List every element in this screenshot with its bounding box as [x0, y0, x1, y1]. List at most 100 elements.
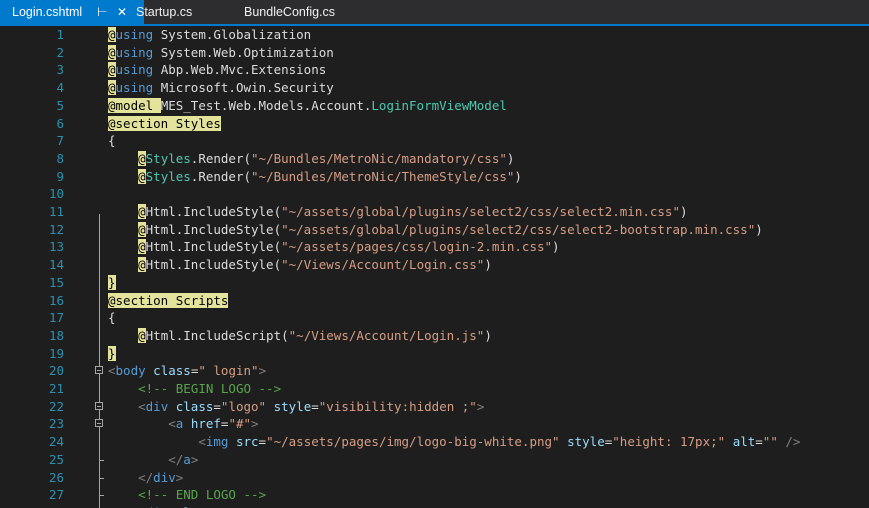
- code-token: using: [115, 80, 154, 96]
- code-line[interactable]: 11 @Html.IncludeStyle("~/assets/global/p…: [0, 203, 869, 221]
- code-text: @using Abp.Web.Mvc.Extensions: [108, 61, 326, 79]
- document-tab-bar: Login.cshtml ⊢ ✕ Startup.cs BundleConfig…: [0, 0, 869, 26]
- code-line[interactable]: 22 <div class="logo" style="visibility:h…: [0, 398, 869, 416]
- code-token: "~/Views/Account/Login.css": [281, 257, 485, 273]
- code-text: </a>: [108, 451, 198, 469]
- code-token: class: [153, 363, 191, 379]
- line-number: 28: [0, 504, 64, 508]
- code-token: </: [168, 451, 184, 467]
- code-line[interactable]: 16 @section Scripts: [0, 292, 869, 310]
- code-line[interactable]: 10: [0, 185, 869, 203]
- code-line[interactable]: 24 <img src="~/assets/pages/img/logo-big…: [0, 433, 869, 451]
- line-number: 10: [48, 186, 64, 202]
- code-token: >: [476, 398, 485, 414]
- code-line[interactable]: 26 </div>: [0, 469, 869, 487]
- code-token: Html.IncludeStyle(: [145, 221, 282, 237]
- code-token: "#": [228, 416, 252, 432]
- code-line[interactable]: 14 @Html.IncludeStyle("~/Views/Account/L…: [0, 256, 869, 274]
- code-token: @: [138, 204, 146, 219]
- code-token: </: [138, 469, 154, 485]
- code-text: <img src="~/assets/pages/img/logo-big-wh…: [108, 433, 800, 451]
- code-token: "~/Bundles/MetroNic/ThemeStyle/css": [251, 168, 515, 184]
- code-token: }: [108, 274, 116, 290]
- code-token: Html.IncludeStyle(: [145, 239, 282, 255]
- line-number: 25: [48, 451, 64, 467]
- code-line[interactable]: 23 <a href="#">: [0, 415, 869, 433]
- code-line[interactable]: 7{: [0, 132, 869, 150]
- code-line[interactable]: 5 @model MES_Test.Web.Models.Account.Logi…: [0, 97, 869, 115]
- code-token: .Render(: [190, 168, 252, 184]
- code-token: >: [258, 363, 267, 379]
- code-token: @section Styles: [108, 115, 221, 131]
- line-number: 24: [48, 434, 64, 450]
- code-token: ): [514, 168, 522, 184]
- code-line[interactable]: 6 @section Styles: [0, 115, 869, 133]
- code-line[interactable]: 15}: [0, 274, 869, 292]
- code-token: {: [108, 310, 116, 326]
- code-line[interactable]: 28 <div class="content">: [0, 504, 869, 508]
- code-line[interactable]: 1 @using System.Globalization: [0, 26, 869, 44]
- code-token: <: [108, 363, 116, 379]
- collapse-icon[interactable]: [95, 401, 103, 410]
- code-line[interactable]: 8 @Styles.Render("~/Bundles/MetroNic/man…: [0, 150, 869, 168]
- code-text: @model MES_Test.Web.Models.Account.Login…: [108, 97, 507, 115]
- code-line[interactable]: 3 @using Abp.Web.Mvc.Extensions: [0, 61, 869, 79]
- code-line[interactable]: 12 @Html.IncludeStyle("~/assets/global/p…: [0, 221, 869, 239]
- line-number: 13: [48, 239, 64, 255]
- tab-login-cshtml[interactable]: Login.cshtml ⊢ ✕: [0, 0, 144, 24]
- code-token: ): [679, 204, 688, 219]
- code-line[interactable]: 20 <body class=" login">: [0, 362, 869, 380]
- code-token: Html.IncludeStyle(: [145, 204, 282, 219]
- code-token: ): [755, 221, 763, 237]
- code-line[interactable]: 18 @Html.IncludeScript("~/Views/Account/…: [0, 327, 869, 345]
- code-line[interactable]: 13 @Html.IncludeStyle("~/assets/pages/cs…: [0, 238, 869, 256]
- collapse-icon[interactable]: [95, 366, 103, 375]
- tab-label: Login.cshtml: [12, 5, 83, 19]
- line-number: 8: [56, 150, 64, 166]
- code-line[interactable]: 2 @using System.Web.Optimization: [0, 44, 869, 62]
- code-line[interactable]: 27 <!-- END LOGO -->: [0, 486, 869, 504]
- code-token: a: [183, 451, 191, 467]
- code-token: @: [108, 62, 116, 78]
- code-text: @using System.Web.Optimization: [108, 44, 334, 62]
- line-number: 9: [56, 168, 64, 184]
- code-token: }: [108, 345, 116, 361]
- code-line[interactable]: 21 <!-- BEGIN LOGO -->: [0, 380, 869, 398]
- code-token: <: [198, 434, 206, 450]
- code-line[interactable]: 19}: [0, 345, 869, 363]
- code-line[interactable]: 4 @using Microsoft.Owin.Security: [0, 79, 869, 97]
- code-line[interactable]: 9 @Styles.Render("~/Bundles/MetroNic/The…: [0, 168, 869, 186]
- code-line[interactable]: 17 {: [0, 309, 869, 327]
- code-editor[interactable]: 1 @using System.Globalization 2 @using Syst…: [0, 26, 869, 508]
- code-token: =: [258, 434, 267, 450]
- code-token: ): [506, 150, 515, 166]
- code-text: <!-- END LOGO -->: [108, 486, 266, 504]
- fold-end-marker: [99, 459, 104, 461]
- line-number: 11: [48, 204, 64, 219]
- code-text: @Html.IncludeScript("~/Views/Account/Log…: [108, 327, 492, 345]
- code-text: @Styles.Render("~/Bundles/MetroNic/manda…: [108, 150, 514, 168]
- code-token: ): [484, 257, 492, 273]
- collapse-icon[interactable]: [95, 419, 103, 428]
- code-text: @Html.IncludeStyle("~/assets/pages/css/l…: [108, 238, 560, 256]
- code-text: @Html.IncludeStyle("~/Views/Account/Logi…: [108, 256, 492, 274]
- code-token: Microsoft.Owin.Security: [153, 80, 334, 96]
- pin-icon[interactable]: ⊢: [97, 0, 107, 24]
- tab-bundleconfig-cs[interactable]: BundleConfig.cs: [244, 0, 335, 24]
- close-icon[interactable]: ✕: [117, 0, 127, 24]
- line-number: 7: [56, 133, 64, 149]
- code-line[interactable]: 25 </a>: [0, 451, 869, 469]
- tab-startup-cs[interactable]: Startup.cs: [136, 0, 192, 24]
- code-token: href: [190, 416, 221, 432]
- line-number: 21: [48, 381, 64, 396]
- code-token: @: [138, 168, 146, 184]
